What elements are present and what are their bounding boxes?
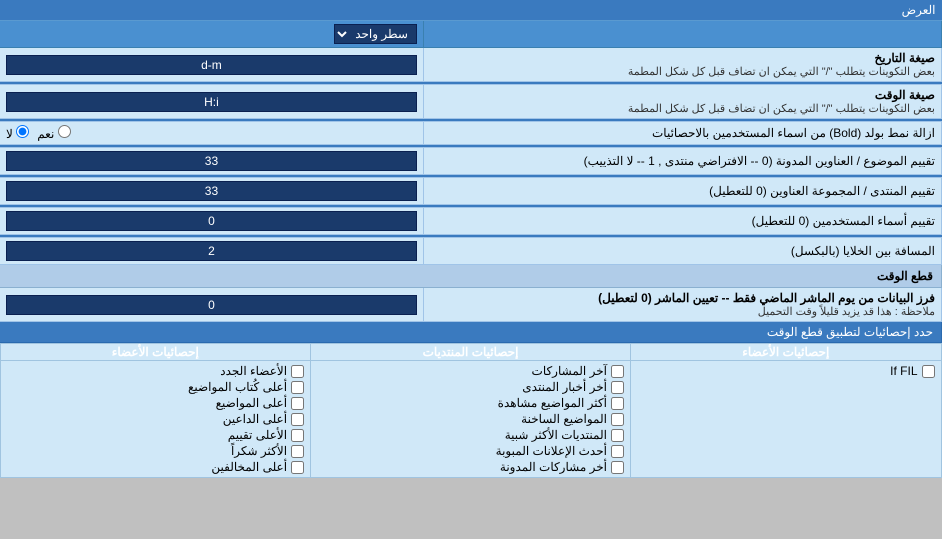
stats-cb-col1-2-label: أعلى المواضيع	[216, 396, 287, 410]
topics-order-label: تقييم الموضوع / العناوين المدونة (0 -- ا…	[584, 154, 935, 168]
stats-cb-col3-0[interactable]	[922, 365, 935, 378]
stats-cb-col1-3[interactable]	[291, 413, 304, 426]
stats-cb-col1-1[interactable]	[291, 381, 304, 394]
realtime-filter-note: ملاحظة : هذا قد يزيد قليلاً وقت التحميل	[430, 305, 935, 318]
list-item: أعلى المخالفين	[5, 459, 307, 475]
list-item: الأكثر شكراً	[5, 443, 307, 459]
list-item: الأعلى تقييم	[5, 427, 307, 443]
date-format-label: صيغة التاريخ	[430, 51, 935, 65]
stats-cb-col1-3-label: أعلى الداعين	[223, 412, 287, 426]
list-item: أعلى المواضيع	[5, 395, 307, 411]
list-item: أخر أخبار المنتدى	[315, 379, 626, 395]
stats-cb-col2-4[interactable]	[611, 429, 624, 442]
list-item: أحدث الإعلانات المبوبة	[315, 443, 626, 459]
stats-col-header-1: إحصائيات الأعضاء	[112, 345, 199, 359]
stats-cb-col2-6-label: أخر مشاركات المدونة	[500, 460, 607, 474]
bold-no-radio[interactable]	[16, 125, 29, 138]
usernames-input[interactable]	[6, 211, 417, 231]
list-item: أخر مشاركات المدونة	[315, 459, 626, 475]
stats-cb-col2-0-label: آخر المشاركات	[532, 364, 607, 378]
realtime-filter-label: فرز البيانات من يوم الماشر الماضي فقط --…	[430, 291, 935, 305]
date-format-input[interactable]	[6, 55, 417, 75]
stats-cb-col1-5[interactable]	[291, 445, 304, 458]
stats-apply-label: حدد إحصائيات لتطبيق قطع الوقت	[767, 325, 933, 339]
list-item: أعلى الداعين	[5, 411, 307, 427]
display-dropdown[interactable]: سطر واحد	[334, 24, 417, 44]
time-format-input[interactable]	[6, 92, 417, 112]
stats-cb-col1-0[interactable]	[291, 365, 304, 378]
bold-label: ازالة نمط بولد (Bold) من اسماء المستخدمي…	[652, 126, 935, 140]
stats-cb-col2-0[interactable]	[611, 365, 624, 378]
stats-cb-col2-2[interactable]	[611, 397, 624, 410]
realtime-section-header: قطع الوقت	[877, 269, 933, 283]
stats-cb-col2-1-label: أخر أخبار المنتدى	[522, 380, 607, 394]
stats-cb-col1-0-label: الأعضاء الجدد	[220, 364, 287, 378]
cell-distance-input[interactable]	[6, 241, 417, 261]
time-format-label: صيغة الوقت	[430, 88, 935, 102]
stats-cb-col2-5[interactable]	[611, 445, 624, 458]
stats-cb-col2-2-label: أكثر المواضيع مشاهدة	[498, 396, 607, 410]
stats-cb-col1-6-label: أعلى المخالفين	[211, 460, 287, 474]
cell-distance-label: المسافة بين الخلايا (بالبكسل)	[791, 244, 935, 258]
stats-cb-col1-1-label: أعلى كُتاب المواضيع	[188, 380, 287, 394]
list-item: If FIL	[635, 363, 937, 379]
stats-cb-col2-1[interactable]	[611, 381, 624, 394]
stats-cb-col1-2[interactable]	[291, 397, 304, 410]
stats-cb-col2-3-label: المواضيع الساخنة	[521, 412, 607, 426]
bold-yes-label: نعم	[37, 125, 70, 141]
stats-cb-col1-5-label: الأكثر شكراً	[231, 444, 287, 458]
bold-no-label: لا	[6, 125, 29, 141]
stats-cb-col2-3[interactable]	[611, 413, 624, 426]
list-item: آخر المشاركات	[315, 363, 626, 379]
stats-col-header-2: إحصائيات المنتديات	[423, 345, 519, 359]
bold-yes-radio[interactable]	[58, 125, 71, 138]
usernames-label: تقييم أسماء المستخدمين (0 للتعطيل)	[752, 214, 935, 228]
forum-order-label: تقييم المنتدى / المجموعة العناوين (0 للت…	[709, 184, 935, 198]
stats-cb-col1-6[interactable]	[291, 461, 304, 474]
stats-col-header-3: إحصائيات الأعضاء	[742, 345, 829, 359]
list-item: المواضيع الساخنة	[315, 411, 626, 427]
stats-cb-col1-4[interactable]	[291, 429, 304, 442]
list-item: أعلى كُتاب المواضيع	[5, 379, 307, 395]
stats-cb-col2-4-label: المنتديات الأكثر شبية	[505, 428, 607, 442]
forum-order-input[interactable]	[6, 181, 417, 201]
list-item: الأعضاء الجدد	[5, 363, 307, 379]
list-item: أكثر المواضيع مشاهدة	[315, 395, 626, 411]
list-item: المنتديات الأكثر شبية	[315, 427, 626, 443]
stats-cb-col1-4-label: الأعلى تقييم	[228, 428, 287, 442]
topics-order-input[interactable]	[6, 151, 417, 171]
realtime-filter-input[interactable]	[6, 295, 417, 315]
stats-cb-col2-5-label: أحدث الإعلانات المبوبة	[496, 444, 607, 458]
stats-cb-col3-0-label: If FIL	[890, 364, 917, 378]
time-format-desc: بعض التكوينات يتطلب "/" التي يمكن ان تضا…	[430, 102, 935, 115]
page-title: العرض	[902, 3, 936, 17]
stats-cb-col2-6[interactable]	[611, 461, 624, 474]
date-format-desc: بعض التكوينات يتطلب "/" التي يمكن ان تضا…	[430, 65, 935, 78]
